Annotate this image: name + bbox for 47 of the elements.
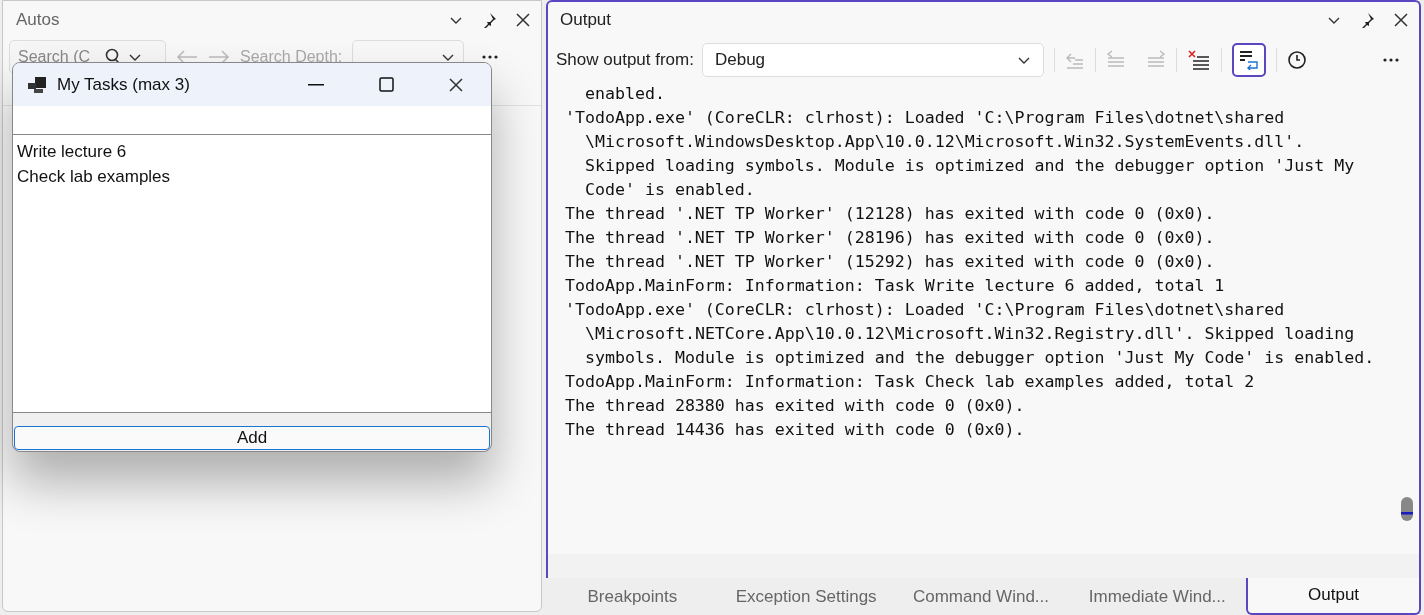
log-line: The thread 14436 has exited with code 0 (0x0). [565, 419, 1025, 441]
log-line: TodoApp.MainForm: Information: Task Write lecture 6 added, total 1 [565, 275, 1225, 297]
log-line: The thread '.NET TP Worker' (28196) has exited with code 0 (0x0). [565, 227, 1215, 249]
maximize-icon[interactable] [378, 77, 394, 92]
close-icon[interactable] [515, 12, 531, 28]
log-line: \Microsoft.NETCore.App\10.0.12\Microsoft.Win32.Registry.dll'. Skipped loading [584, 323, 1355, 345]
window-title: My Tasks (max 3) [57, 74, 191, 95]
log-line: 'TodoApp.exe' (CoreCLR: clrhost): Loaded 'C:\Program Files\dotnet\shared [565, 107, 1285, 129]
clock-icon[interactable] [1286, 50, 1307, 70]
task-list[interactable]: Write lecture 6 Check lab examples [13, 135, 491, 413]
log-line: TodoApp.MainForm: Information: Task Check lab examples added, total 2 [565, 371, 1255, 393]
panel-title: Output [560, 10, 613, 30]
task-input[interactable] [13, 106, 491, 135]
log-line: The thread 28380 has exited with code 0 (0x0). [565, 395, 1025, 417]
log-line: enabled. [584, 83, 665, 105]
clear-all-icon[interactable] [1186, 49, 1211, 71]
log-line: The thread '.NET TP Worker' (15292) has exited with code 0 (0x0). [565, 251, 1215, 273]
panel-title: Autos [16, 10, 61, 30]
forward-arrow-icon[interactable] [208, 50, 230, 64]
search-depth-label: Search Depth: [240, 48, 343, 66]
close-icon[interactable] [1393, 12, 1409, 28]
log-line: symbols. Module is optimized and the debugger option 'Just My Code' is enabled. [584, 347, 1375, 369]
log-line: Code' is enabled. [584, 179, 755, 201]
back-arrow-icon[interactable] [176, 50, 198, 64]
more-icon[interactable] [482, 55, 499, 59]
tab[interactable]: Breakpoints [546, 578, 719, 615]
word-wrap-icon [1238, 50, 1259, 70]
tab[interactable]: Command Wind... [893, 578, 1069, 615]
list-item[interactable]: Check lab examples [17, 164, 171, 189]
tab[interactable]: Exception Settings [718, 578, 894, 615]
app-icon [27, 75, 47, 94]
close-icon[interactable] [448, 76, 464, 93]
minimize-icon[interactable] [308, 83, 324, 86]
word-wrap-toggle[interactable] [1231, 43, 1266, 77]
log-line: The thread '.NET TP Worker' (12128) has exited with code 0 (0x0). [565, 203, 1215, 225]
source-label: Show output from: [556, 50, 694, 70]
list-item[interactable]: Write lecture 6 [17, 139, 127, 164]
source-dropdown[interactable]: Debug [701, 43, 1044, 77]
scrollbar-thumb[interactable] [1401, 497, 1413, 521]
log-line: 'TodoApp.exe' (CoreCLR: clrhost): Loaded 'C:\Program Files\dotnet\shared [565, 299, 1285, 321]
log-line: \Microsoft.WindowsDesktop.App\10.0.12\Microsoft.Win32.SystemEvents.dll'. [584, 131, 1305, 153]
tab[interactable]: Output [1246, 576, 1421, 615]
dropdown-value: Debug [714, 50, 767, 70]
more-icon[interactable] [1383, 58, 1399, 62]
add-button[interactable]: Add [14, 426, 490, 450]
tab[interactable]: Immediate Wind... [1068, 578, 1247, 615]
log-line: Skipped loading symbols. Module is optimized and the debugger option 'Just My [584, 155, 1355, 177]
